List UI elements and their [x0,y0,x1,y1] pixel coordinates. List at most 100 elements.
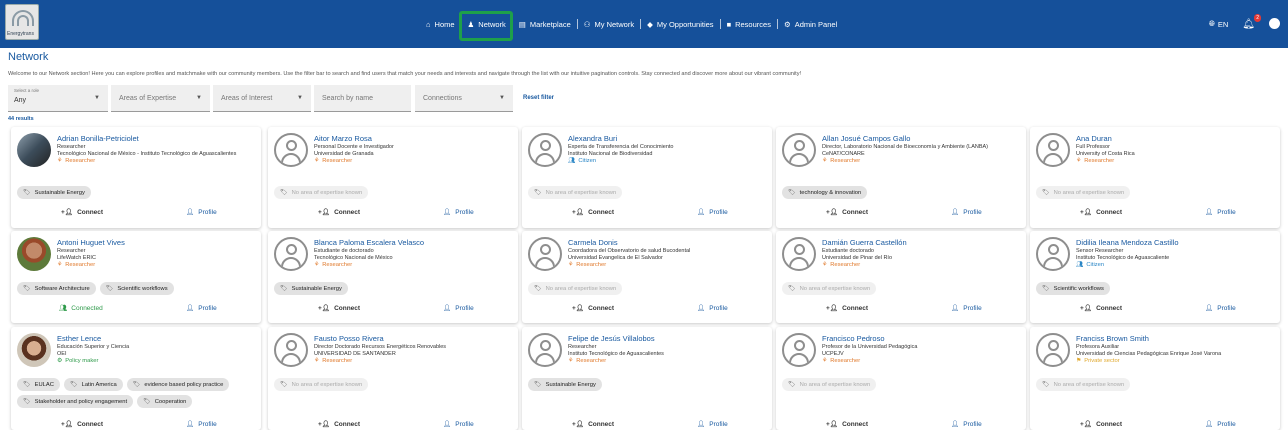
nav-admin-panel[interactable]: ⚙ Admin Panel [778,20,843,29]
expertise-tag[interactable]: 🏷︎ EULAC [17,378,60,391]
profile-button[interactable]: 👤︎ Profile [697,304,728,313]
profile-position: Coordadora del Observatorio de salud Buc… [568,248,691,254]
expertise-tag[interactable]: 🏷︎ Sustainable Energy [528,378,602,391]
expertise-tag-empty: 🏷︎ No area of expertise known [782,378,877,391]
connect-button[interactable]: +👤︎ Connect [1080,208,1122,217]
profile-card: Allan Josué Campos Gallo Director, Labora… [776,127,1026,228]
profile-position: Profesora Auxiliar [1076,344,1120,350]
tag-icon: 🏷︎ [132,382,141,388]
profile-button[interactable]: 👤︎ Profile [443,208,474,217]
connect-button[interactable]: +👤︎ Connect [826,208,868,217]
account-button[interactable] [1269,17,1280,31]
connect-button[interactable]: +👤︎ Connect [826,420,868,429]
profile-card: Fausto Posso Rivera Director Doctorado Re… [268,327,518,430]
profile-name[interactable]: Felipe de Jesús Villalobos [568,334,655,343]
expertise-tag[interactable]: 🏷︎ Cooperation [137,395,193,408]
profile-name[interactable]: Fausto Posso Rivera [314,334,384,343]
card-actions: +👤︎ Connect 👤︎ Profile [11,420,261,430]
tag-icon: 🏷︎ [23,190,31,196]
profile-position: Estudiante de doctorado [314,248,374,254]
role-select[interactable]: Select a role Any ▼ [8,85,108,112]
interest-select[interactable]: Areas of Interest ▼ [213,85,311,112]
profile-organization: Tecnológico Nacional de México [314,255,393,261]
connect-button[interactable]: +👤︎ Connect [61,420,103,429]
nav-resources[interactable]: ■ Resources [721,20,777,29]
profile-name[interactable]: Esther Lence [57,334,101,343]
home-icon: ⌂ [426,19,431,29]
expertise-tag[interactable]: 🏷︎ Scientific workflows [99,282,174,295]
profile-position: Educación Superior y Ciencia [57,344,130,350]
profile-name[interactable]: Didilia Ileana Mendoza Castillo [1076,238,1179,247]
expertise-tag[interactable]: 🏷︎ evidence based policy practice [126,378,230,391]
profile-name[interactable]: Blanca Paloma Escalera Velasco [314,238,424,247]
connect-button[interactable]: +👤︎ Connect [572,420,614,429]
person-icon: 👤︎ [186,305,195,312]
expertise-tag[interactable]: 🏷︎ Stakeholder and policy engagement [17,395,134,408]
profile-name[interactable]: Antoni Huguet Vives [57,238,125,247]
search-input[interactable]: Search by name [314,85,411,112]
connections-select[interactable]: Connections ▼ [415,85,513,112]
profile-name[interactable]: Ana Duran [1076,134,1112,143]
profile-name[interactable]: Francisco Pedroso [822,334,885,343]
profile-button[interactable]: 👤︎ Profile [186,304,217,313]
profile-name[interactable]: Alexandra Buri [568,134,617,143]
expertise-tag[interactable]: 🏷︎ Software Architecture [17,282,96,295]
reset-filter-button[interactable]: Reset filter [523,95,554,101]
connect-button[interactable]: +👤︎ Connect [318,420,360,429]
profile-button[interactable]: 👤︎ Profile [951,420,982,429]
language-selector[interactable]: 🌐︎ EN [1209,19,1228,29]
profile-name[interactable]: Allan Josué Campos Gallo [822,134,910,143]
connect-button[interactable]: +👤︎ Connect [1080,420,1122,429]
profile-name[interactable]: Adrian Bonilla-Petriciolet [57,134,139,143]
expertise-tags: 🏷︎ No area of expertise known [1036,378,1276,391]
nav-my-opportunities[interactable]: ◆ My Opportunities [641,20,719,29]
expertise-tag[interactable]: 🏷︎ technology & innovation [782,186,868,199]
profile-button[interactable]: 👤︎ Profile [951,208,982,217]
tag-icon: 🏷︎ [1042,286,1050,292]
expertise-tag[interactable]: 🏷︎ Scientific workflows [1036,282,1110,295]
account-icon [1269,17,1280,29]
connected-button[interactable]: 👥︎ Connected [59,304,103,313]
expertise-tag[interactable]: 🏷︎ Sustainable Energy [17,186,91,199]
profile-button[interactable]: 👤︎ Profile [951,304,982,313]
profile-button[interactable]: 👤︎ Profile [697,420,728,429]
profile-role: ⚘ Researcher [57,158,96,164]
connect-button[interactable]: +👤︎ Connect [572,208,614,217]
tag-icon: 🏷︎ [280,382,288,388]
profile-button[interactable]: 👤︎ Profile [1205,208,1236,217]
expertise-select[interactable]: Areas of Expertise ▼ [111,85,210,112]
profile-organization: Universidad de Granada [314,151,374,157]
profile-button[interactable]: 👤︎ Profile [1205,304,1236,313]
nav-marketplace[interactable]: ▤ Marketplace [513,20,577,29]
person-icon: 👤︎ [697,305,706,312]
connected-people-icon: 👥︎ [59,305,68,312]
notifications-button[interactable]: 🔔︎ 2 [1242,13,1261,30]
profile-card: Adrian Bonilla-Petriciolet Researcher Tecn… [11,127,261,228]
connect-button[interactable]: +👤︎ Connect [318,304,360,313]
profile-name[interactable]: Franciss Brown Smith [1076,334,1149,343]
profile-name[interactable]: Aitor Marzo Rosa [314,134,372,143]
connect-button[interactable]: +👤︎ Connect [318,208,360,217]
connect-button[interactable]: +👤︎ Connect [572,304,614,313]
profile-button[interactable]: 👤︎ Profile [1205,420,1236,429]
notification-badge: 2 [1254,13,1261,22]
connect-button[interactable]: +👤︎ Connect [1080,304,1122,313]
profile-button[interactable]: 👤︎ Profile [697,208,728,217]
profile-button[interactable]: 👤︎ Profile [186,420,217,429]
avatar-placeholder-icon [782,333,816,367]
connect-button[interactable]: +👤︎ Connect [61,208,103,217]
nav-my-network[interactable]: ⚇ My Network [578,20,640,29]
profile-button[interactable]: 👤︎ Profile [443,420,474,429]
site-logo[interactable]: Energytrans [5,4,39,40]
expertise-tag[interactable]: 🏷︎ Latin America [63,378,123,391]
profile-organization: Instituto Tecnológico de Aguascalientes [568,351,664,357]
profile-name[interactable]: Carmela Donis [568,238,618,247]
profile-name[interactable]: Damián Guerra Castellón [822,238,907,247]
profile-button[interactable]: 👤︎ Profile [443,304,474,313]
person-add-icon: +👤︎ [826,421,839,428]
researcher-role-icon: ⚘ [568,358,574,364]
expertise-tag[interactable]: 🏷︎ Sustainable Energy [274,282,348,295]
nav-home[interactable]: ⌂ Home [420,20,461,29]
connect-button[interactable]: +👤︎ Connect [826,304,868,313]
profile-button[interactable]: 👤︎ Profile [186,208,217,217]
